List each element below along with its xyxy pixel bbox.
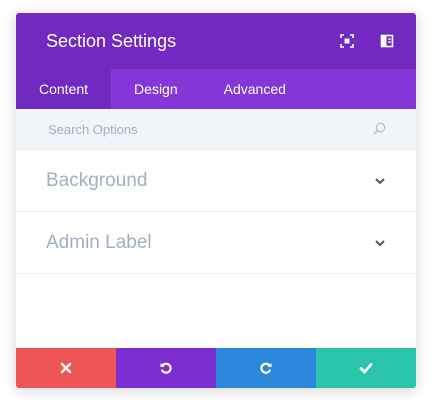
sidebar-layout-icon[interactable] — [380, 34, 394, 48]
modal-footer — [16, 348, 416, 388]
tab-bar: Content Design Advanced — [16, 69, 416, 109]
chevron-down-icon — [374, 237, 386, 249]
undo-button[interactable] — [116, 348, 216, 388]
tab-design[interactable]: Design — [111, 69, 201, 109]
chevron-down-icon — [374, 175, 386, 187]
search-bar — [16, 109, 416, 150]
cancel-button[interactable] — [16, 348, 116, 388]
toggle-admin-label[interactable]: Admin Label — [16, 212, 416, 274]
tab-content[interactable]: Content — [16, 69, 112, 109]
tab-advanced[interactable]: Advanced — [201, 69, 309, 109]
modal-title: Section Settings — [46, 30, 177, 51]
save-button[interactable] — [316, 348, 416, 388]
toggle-label-admin-label: Admin Label — [46, 231, 152, 253]
search-icon[interactable] — [372, 122, 386, 136]
redo-button[interactable] — [216, 348, 316, 388]
redo-icon — [260, 362, 272, 374]
fullscreen-icon[interactable] — [340, 34, 354, 48]
search-input[interactable] — [46, 120, 372, 138]
toggle-label-background: Background — [46, 169, 148, 191]
section-settings-modal: Section Settings Content Design Advanced — [16, 13, 416, 388]
check-icon — [359, 363, 373, 374]
close-icon — [60, 362, 72, 374]
modal-header: Section Settings — [16, 13, 416, 69]
undo-icon — [160, 362, 172, 374]
toggle-background[interactable]: Background — [16, 150, 416, 212]
